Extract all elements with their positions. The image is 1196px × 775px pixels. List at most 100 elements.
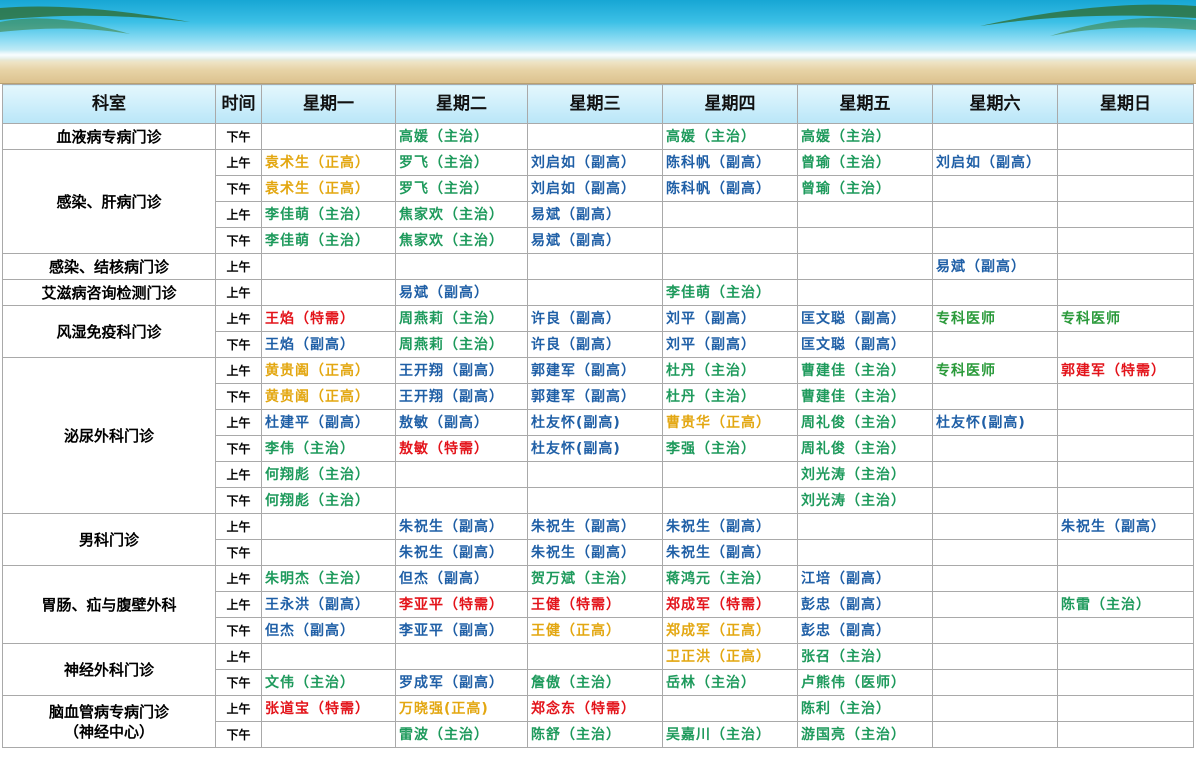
empty-cell: [395, 643, 528, 670]
session-time: 上午: [215, 461, 262, 488]
empty-cell: [932, 643, 1058, 670]
doctor-cell: 朱祝生（副高）: [395, 513, 528, 540]
empty-cell: [1057, 279, 1194, 306]
doctor-cell: 杜建平（副高）: [261, 409, 396, 436]
table-row: 男科门诊 上午 朱祝生（副高） 朱祝生（副高） 朱祝生（副高） 朱祝生（副高）: [2, 513, 1194, 566]
empty-cell: [932, 227, 1058, 254]
department-label: 感染、结核病门诊: [48, 257, 169, 276]
empty-cell: [932, 487, 1058, 514]
doctor-cell: 专科医师: [932, 305, 1058, 332]
doctor-cell: 焦家欢（主治）: [395, 227, 528, 254]
table-row: 感染、结核病门诊 上午 易斌（副高）: [2, 253, 1194, 280]
empty-cell: [797, 539, 933, 566]
doctor-cell: 朱祝生（副高）: [662, 513, 798, 540]
empty-cell: [932, 539, 1058, 566]
department-label: 男科门诊: [78, 530, 139, 549]
empty-cell: [395, 487, 528, 514]
doctor-cell: 罗成军（副高）: [395, 669, 528, 696]
empty-cell: [261, 721, 396, 748]
session-time: 上午: [215, 695, 262, 722]
doctor-cell: 朱祝生（副高）: [662, 539, 798, 566]
department-label: 风湿免疫科门诊: [56, 322, 162, 341]
session-time: 上午: [215, 643, 262, 670]
palm-frond-right-icon: [980, 4, 1196, 36]
empty-cell: [395, 253, 528, 280]
empty-cell: [1057, 565, 1194, 592]
empty-cell: [1057, 435, 1194, 462]
doctor-cell: 郑念东（特需）: [527, 695, 663, 722]
column-header: 星期四: [662, 84, 798, 124]
table-row: 泌尿外科门诊 上午 黄贵阖（正高） 王开翔（副高） 郭建军（副高） 杜丹（主治） 曹建佳（主…: [2, 357, 1194, 514]
doctor-cell: 刘光涛（主治）: [797, 487, 933, 514]
department-label: 血液病专病门诊: [56, 127, 162, 146]
empty-cell: [932, 669, 1058, 696]
empty-cell: [932, 721, 1058, 748]
empty-cell: [932, 617, 1058, 644]
empty-cell: [932, 201, 1058, 228]
empty-cell: [1057, 253, 1194, 280]
empty-cell: [1057, 227, 1194, 254]
doctor-cell: 郭建军（副高）: [527, 357, 663, 384]
empty-cell: [662, 461, 798, 488]
empty-cell: [261, 123, 396, 150]
doctor-cell: 陈利（主治）: [797, 695, 933, 722]
doctor-cell: 刘启如（副高）: [932, 149, 1058, 176]
doctor-cell: 詹傲（主治）: [527, 669, 663, 696]
doctor-cell: 易斌（副高）: [932, 253, 1058, 280]
department-label: 感染、肝病门诊: [56, 192, 162, 211]
doctor-cell: 曹贵华（正高）: [662, 409, 798, 436]
session-time: 下午: [215, 617, 262, 644]
session-time: 上午: [215, 305, 262, 332]
doctor-cell: 许良（副高）: [527, 331, 663, 358]
empty-cell: [932, 591, 1058, 618]
doctor-cell: 李亚平（特需）: [395, 591, 528, 618]
doctor-cell: 刘启如（副高）: [527, 175, 663, 202]
column-header: 星期五: [797, 84, 933, 124]
doctor-cell: 蒋鸿元（主治）: [662, 565, 798, 592]
doctor-cell: 郭建军（副高）: [527, 383, 663, 410]
empty-cell: [662, 487, 798, 514]
doctor-cell: 陈雷（主治）: [1057, 591, 1194, 618]
wave-highlight: [0, 50, 1196, 60]
doctor-cell: 敖敏（副高）: [395, 409, 528, 436]
column-header: 科室: [2, 84, 216, 124]
doctor-cell: 高媛（主治）: [662, 123, 798, 150]
doctor-cell: 万晓强(正高): [395, 695, 528, 722]
doctor-cell: 但杰（副高）: [261, 617, 396, 644]
doctor-cell: 黄贵阖（正高）: [261, 383, 396, 410]
beach-banner: [0, 0, 1196, 84]
doctor-cell: 周礼俊（主治）: [797, 409, 933, 436]
doctor-cell: 郑成军（特需）: [662, 591, 798, 618]
doctor-cell: 专科医师: [1057, 305, 1194, 332]
doctor-cell: 李强（主治）: [662, 435, 798, 462]
empty-cell: [932, 331, 1058, 358]
session-time: 上午: [215, 591, 262, 618]
doctor-cell: 曹建佳（主治）: [797, 357, 933, 384]
empty-cell: [797, 279, 933, 306]
doctor-cell: 杜友怀(副高): [527, 409, 663, 436]
session-time: 上午: [215, 565, 262, 592]
empty-cell: [932, 513, 1058, 540]
column-header: 星期二: [395, 84, 528, 124]
department-name: 感染、结核病门诊: [2, 253, 216, 280]
doctor-cell: 高媛（主治）: [395, 123, 528, 150]
session-time: 下午: [215, 669, 262, 696]
session-time: 下午: [215, 721, 262, 748]
doctor-cell: 袁术生（正高）: [261, 149, 396, 176]
empty-cell: [1057, 539, 1194, 566]
empty-cell: [1057, 123, 1194, 150]
empty-cell: [1057, 721, 1194, 748]
doctor-cell: 周燕莉（主治）: [395, 305, 528, 332]
empty-cell: [932, 461, 1058, 488]
empty-cell: [797, 513, 933, 540]
table-row: 胃肠、疝与腹壁外科 上午 朱明杰（主治） 但杰（副高） 贺万斌（主治） 蒋鸿元（主治） 江培…: [2, 565, 1194, 644]
empty-cell: [797, 201, 933, 228]
doctor-cell: 朱祝生（副高）: [1057, 513, 1194, 540]
department-name: 风湿免疫科门诊: [2, 305, 216, 358]
empty-cell: [932, 279, 1058, 306]
department-label: 艾滋病咨询检测门诊: [41, 283, 177, 302]
session-time: 上午: [215, 357, 262, 384]
doctor-cell: 易斌（副高）: [395, 279, 528, 306]
empty-cell: [662, 227, 798, 254]
empty-cell: [932, 695, 1058, 722]
